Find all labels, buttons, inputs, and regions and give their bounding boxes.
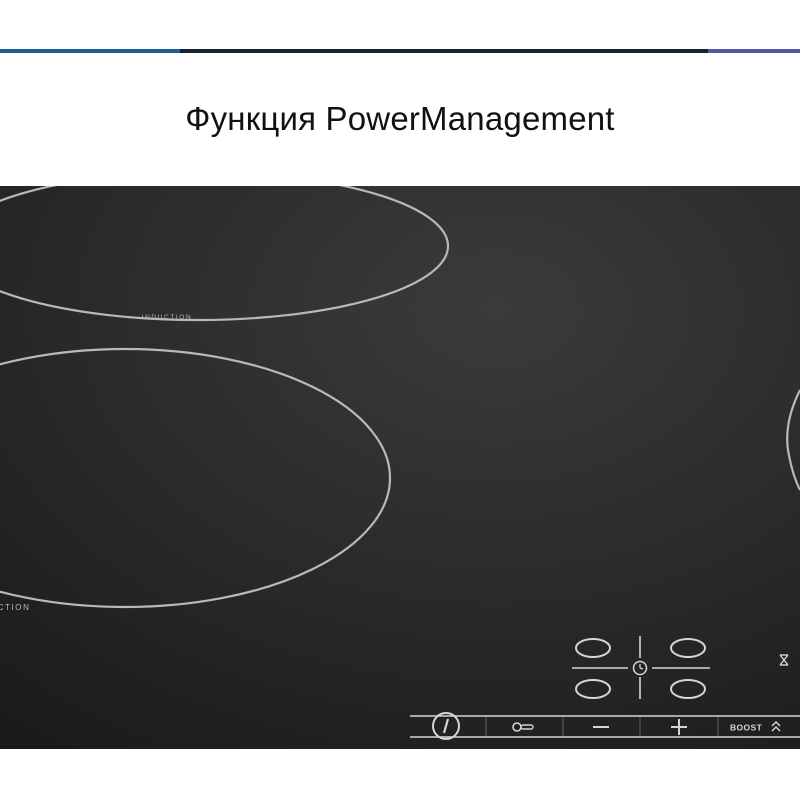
page: Функция PowerManagement INDUCTION CTION bbox=[0, 0, 800, 800]
zone-label-left: CTION bbox=[0, 603, 30, 612]
top-bar-segment-blue bbox=[0, 49, 180, 53]
top-color-bar bbox=[0, 49, 800, 53]
boost-label: BOOST bbox=[730, 723, 763, 733]
top-bar-segment-navy bbox=[180, 49, 708, 53]
page-title: Функция PowerManagement bbox=[185, 100, 615, 137]
top-bar-segment-violet bbox=[708, 49, 800, 53]
glass-surface bbox=[0, 186, 800, 749]
zone-label-top: INDUCTION bbox=[142, 314, 193, 321]
induction-hob-photo: INDUCTION CTION BOOST bbox=[0, 186, 800, 749]
